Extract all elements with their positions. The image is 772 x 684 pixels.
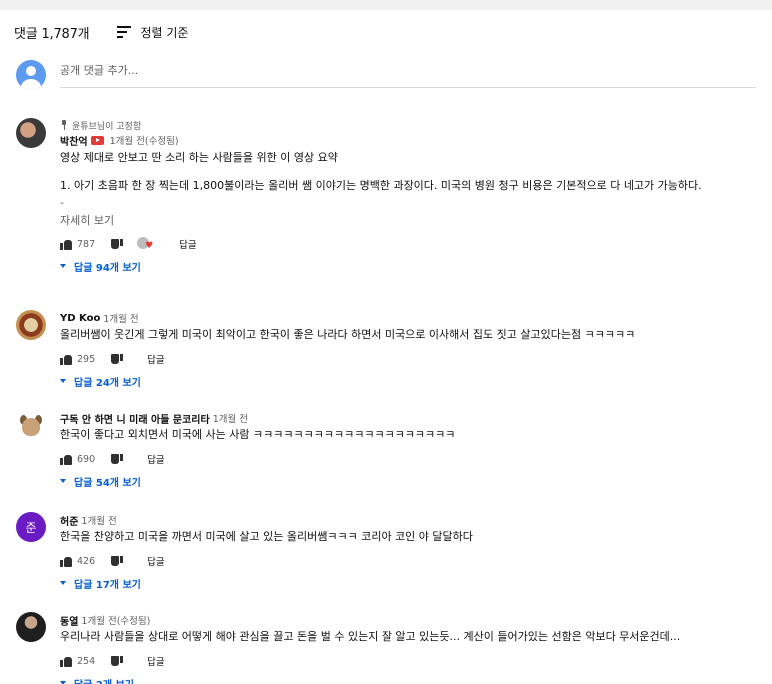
view-replies-label: 답글 94개 보기 [74,262,141,274]
dislike-icon[interactable] [111,656,123,667]
chevron-down-icon [60,581,66,585]
top-strip [0,0,772,10]
view-replies-label: 답글 2개 보기 [74,676,134,684]
avatar[interactable] [16,310,46,340]
add-comment-row [16,60,756,90]
comment-count: 댓글 1,787개 [14,26,90,42]
view-replies-button[interactable]: 답글 94개 보기 [60,256,760,276]
like-icon[interactable] [60,239,72,250]
like-icon[interactable] [60,656,72,667]
author-name[interactable]: 동열 [60,613,78,628]
reply-button[interactable]: 답글 [179,237,196,251]
view-replies-button[interactable]: 답글 54개 보기 [60,471,760,491]
creator-heart-icon: ♥ [137,237,155,251]
pinned-text: 윤튜브님이 고정함 [72,121,142,132]
like-count: 787 [77,238,96,250]
comment-time[interactable]: 1개월 전(수정됨) [110,133,179,147]
like-icon[interactable] [60,354,72,365]
sort-icon [117,26,132,38]
comment-text: 1. 아기 초음파 한 장 찍는데 1,800불이라는 올리버 쌤 이야기는 명… [60,179,702,192]
like-count: 254 [77,655,96,667]
sort-button[interactable]: 정렬 기준 [117,24,188,41]
comment-time[interactable]: 1개월 전 [103,311,138,325]
like-count: 426 [77,555,96,567]
view-replies-button[interactable]: 답글 24개 보기 [60,371,760,391]
comment-ellipsis: - [60,196,64,209]
comment-time[interactable]: 1개월 전 [81,513,116,527]
pin-icon [60,120,68,130]
author-name[interactable]: 구독 안 하면 니 미래 아들 문코리타 [60,411,210,426]
avatar[interactable] [16,612,46,642]
dislike-icon[interactable] [111,239,123,250]
reply-button[interactable]: 답글 [147,654,164,668]
user-avatar [16,60,46,90]
read-more-link[interactable]: 자세히 보기 [60,212,760,228]
creator-badge-icon [90,135,104,145]
reply-button[interactable]: 답글 [147,352,164,366]
reply-button[interactable]: 답글 [147,554,164,568]
comment-text: 한국을 찬양하고 미국을 까면서 미국에 살고 있는 올리버쌤ㅋㅋㅋ 코리아 코… [60,530,473,543]
comment-text: 올리버쌤이 웃긴게 그렇게 미국이 최악이고 한국이 좋은 나라다 하면서 미국… [60,328,636,341]
like-count: 295 [77,353,96,365]
chevron-down-icon [60,264,66,268]
reply-button[interactable]: 답글 [147,452,164,466]
author-name[interactable]: 허준 [60,513,78,528]
avatar[interactable]: 준 [16,512,46,542]
dislike-icon[interactable] [111,454,123,465]
like-icon[interactable] [60,454,72,465]
comment-time[interactable]: 1개월 전 [213,411,248,425]
view-replies-button[interactable]: 답글 17개 보기 [60,573,760,593]
comment-text: 한국이 좋다고 외치면서 미국에 사는 사람 ㅋㅋㅋㅋㅋㅋㅋㅋㅋㅋㅋㅋㅋㅋㅋㅋㅋ… [60,428,456,441]
chevron-down-icon [60,379,66,383]
avatar[interactable] [16,118,46,148]
comment-text: 우리나라 사람들을 상대로 어떻게 해야 관심을 끌고 돈을 벌 수 있는지 잘… [60,630,681,643]
view-replies-label: 답글 54개 보기 [74,477,141,489]
chevron-down-icon [60,479,66,483]
view-replies-label: 답글 17개 보기 [74,579,141,591]
comments-header: 댓글 1,787개 정렬 기준 [14,22,188,42]
dislike-icon[interactable] [111,556,123,567]
dislike-icon[interactable] [111,354,123,365]
author-name[interactable]: 박찬억 [60,133,88,148]
like-icon[interactable] [60,556,72,567]
view-replies-label: 답글 24개 보기 [74,377,141,389]
pinned-label: 윤튜브님이 고정함 [60,118,760,132]
view-replies-button[interactable]: 답글 2개 보기 [60,673,760,684]
like-count: 690 [77,453,96,465]
comment-text: 영상 제대로 안보고 딴 소리 하는 사람들을 위한 이 영상 요약 [60,151,338,164]
comment-time[interactable]: 1개월 전(수정됨) [81,613,150,627]
add-comment-input[interactable] [60,64,756,88]
author-name[interactable]: YD Koo [60,313,100,324]
sort-label: 정렬 기준 [140,25,189,40]
avatar[interactable] [16,410,46,440]
